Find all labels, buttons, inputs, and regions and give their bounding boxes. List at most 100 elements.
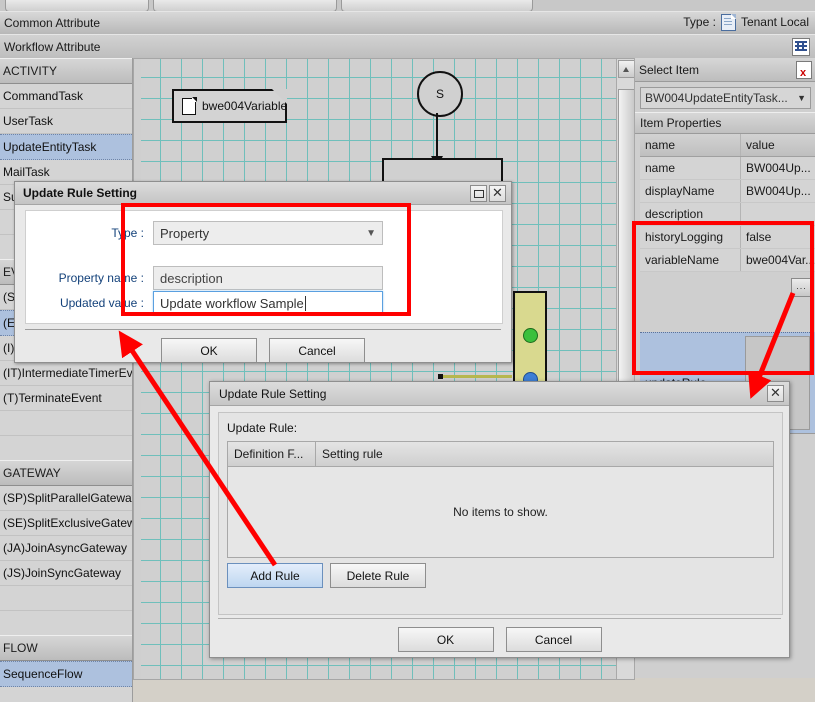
sequence-flow-arrow[interactable]: [431, 113, 443, 167]
column-name[interactable]: name: [640, 134, 740, 156]
close-icon[interactable]: ✕: [767, 385, 784, 402]
property-value: false: [740, 226, 815, 248]
property-name: variableName: [645, 253, 720, 267]
palette-blank: [0, 611, 132, 635]
palette-group-flow[interactable]: FLOW: [0, 635, 132, 661]
dialog-rule-list-titlebar[interactable]: Update Rule Setting ✕: [210, 382, 789, 406]
palette-item-spsplitparallelgateway[interactable]: (SP)SplitParallelGateway: [0, 486, 132, 511]
palette-spacer: [0, 411, 132, 436]
document-icon: [720, 13, 736, 31]
cancel-button[interactable]: Cancel: [269, 338, 365, 363]
palette-spacer: [0, 687, 132, 702]
palette-item-jajoinasyncgateway[interactable]: (JA)JoinAsyncGateway: [0, 536, 132, 561]
table-row[interactable]: name BW004Up...: [640, 157, 815, 180]
type-select-value: Property: [160, 225, 210, 241]
palette-item-tterminateevent[interactable]: (T)TerminateEvent: [0, 386, 132, 411]
dialog-rule-list-separator: [218, 618, 781, 619]
rule-action-buttons: Add Rule Delete Rule: [227, 563, 426, 588]
selection-strip: [442, 375, 512, 378]
start-event-label: S: [435, 87, 444, 101]
node-start-event[interactable]: S: [417, 71, 463, 117]
dialog-update-rule-property[interactable]: Update Rule Setting ✕ Type : Property ▼ …: [14, 181, 512, 363]
dialog-property-body: Type : Property ▼ Property name : descri…: [25, 210, 503, 324]
node-bwe004variable[interactable]: bwe004Variable: [172, 89, 287, 123]
dialog-rule-list-title: Update Rule Setting: [219, 386, 327, 401]
selection-dot: [438, 374, 443, 379]
rule-table-empty-message: No items to show.: [453, 504, 548, 519]
property-name-label: Property name :: [58, 271, 144, 285]
rule-table-header: Definition F... Setting rule: [228, 442, 773, 467]
dialog-property-separator: [25, 329, 501, 330]
table-row[interactable]: variableName bwe004Var...: [640, 249, 815, 272]
property-value: [740, 203, 815, 225]
property-name: historyLogging: [645, 230, 724, 244]
update-rule-ellipsis-button[interactable]: ...: [791, 278, 812, 297]
dialog-property-titlebar[interactable]: Update Rule Setting ✕: [15, 182, 511, 205]
cancel-button[interactable]: Cancel: [505, 627, 602, 652]
palette-item-updateentitytask[interactable]: UpdateEntityTask: [0, 134, 132, 160]
palette-item-sesplitexclusivegatew[interactable]: (SE)SplitExclusiveGatew...: [0, 511, 132, 536]
column-definition-file[interactable]: Definition F...: [228, 442, 316, 466]
type-value: Tenant Local: [740, 15, 809, 29]
palette-item-sequenceflow[interactable]: SequenceFlow: [0, 661, 132, 687]
dialog-rule-list-body: Update Rule: Definition F... Setting rul…: [218, 412, 783, 615]
restore-icon[interactable]: [470, 185, 487, 202]
dialog-update-rule-list[interactable]: Update Rule Setting ✕ Update Rule: Defin…: [209, 381, 790, 658]
add-rule-button[interactable]: Add Rule: [227, 563, 323, 588]
property-value: BW004Up...: [740, 157, 815, 179]
select-item-header: Select Item x: [635, 58, 815, 82]
ok-button[interactable]: OK: [397, 627, 494, 652]
select-item-dropdown[interactable]: BW004UpdateEntityTask... ▼: [640, 87, 811, 109]
resize-handle-green[interactable]: [523, 328, 538, 343]
palette-sidebar[interactable]: ACTIVITY CommandTask UserTask UpdateEntityT…: [0, 58, 133, 702]
property-name-row: Property name : description: [26, 266, 502, 290]
workflow-attribute-bar[interactable]: Workflow Attribute: [0, 34, 815, 60]
item-properties-table[interactable]: name value name BW004Up... displayName BW004U…: [640, 134, 815, 272]
property-name-value: description: [160, 270, 223, 286]
grid-icon[interactable]: [792, 38, 810, 56]
palette-item-itintermediatetimerev[interactable]: (IT)IntermediateTimerEv...: [0, 361, 132, 386]
palette-spacer: [0, 586, 132, 611]
update-rule-section-label: Update Rule:: [227, 421, 298, 435]
scroll-up-icon[interactable]: [618, 60, 634, 78]
common-attribute-label: Common Attribute: [4, 16, 101, 30]
page-icon: [182, 96, 197, 115]
property-name: description: [645, 207, 704, 221]
text-caret: [304, 295, 306, 311]
updated-value-input[interactable]: Update workflow Sample: [153, 291, 383, 315]
type-label: Type :: [111, 226, 144, 240]
properties-table-header: name value: [640, 134, 815, 157]
column-value[interactable]: value: [740, 134, 815, 156]
type-select[interactable]: Property ▼: [153, 221, 383, 245]
type-indicator: Type : Tenant Local: [683, 11, 809, 33]
palette-group-gateway[interactable]: GATEWAY: [0, 460, 132, 486]
property-name: displayName: [645, 184, 715, 198]
select-item-title: Select Item: [639, 62, 700, 77]
property-name: name: [645, 161, 676, 175]
updated-value-label: Updated value :: [59, 296, 144, 310]
table-row[interactable]: description: [640, 203, 815, 226]
palette-item-commandtask[interactable]: CommandTask: [0, 84, 132, 109]
selected-item-value: BW004UpdateEntityTask...: [645, 91, 788, 105]
table-row[interactable]: displayName BW004Up...: [640, 180, 815, 203]
palette-group-activity[interactable]: ACTIVITY: [0, 58, 132, 84]
dialog-property-title: Update Rule Setting: [23, 186, 138, 200]
palette-item-jsjoinsyncgateway[interactable]: (JS)JoinSyncGateway: [0, 561, 132, 586]
palette-item-usertask[interactable]: UserTask: [0, 109, 132, 134]
property-name-input[interactable]: description: [153, 266, 383, 290]
close-icon[interactable]: ✕: [489, 185, 506, 202]
delete-rule-button[interactable]: Delete Rule: [330, 563, 426, 588]
item-properties-title: Item Properties: [640, 116, 722, 130]
workflow-attribute-label: Workflow Attribute: [4, 40, 101, 54]
document-remove-icon[interactable]: x: [796, 60, 812, 79]
column-setting-rule[interactable]: Setting rule: [316, 442, 773, 466]
table-row[interactable]: historyLogging false: [640, 226, 815, 249]
rule-table[interactable]: Definition F... Setting rule No items to…: [227, 441, 774, 558]
type-row: Type : Property ▼: [26, 221, 502, 245]
ok-button[interactable]: OK: [161, 338, 257, 363]
updated-value-row: Updated value : Update workflow Sample: [26, 291, 502, 315]
updated-value-text: Update workflow Sample: [160, 295, 304, 311]
property-value: bwe004Var...: [740, 249, 815, 271]
dialog-rule-list-buttons: OK Cancel: [210, 627, 789, 652]
palette-blank: [0, 436, 132, 460]
